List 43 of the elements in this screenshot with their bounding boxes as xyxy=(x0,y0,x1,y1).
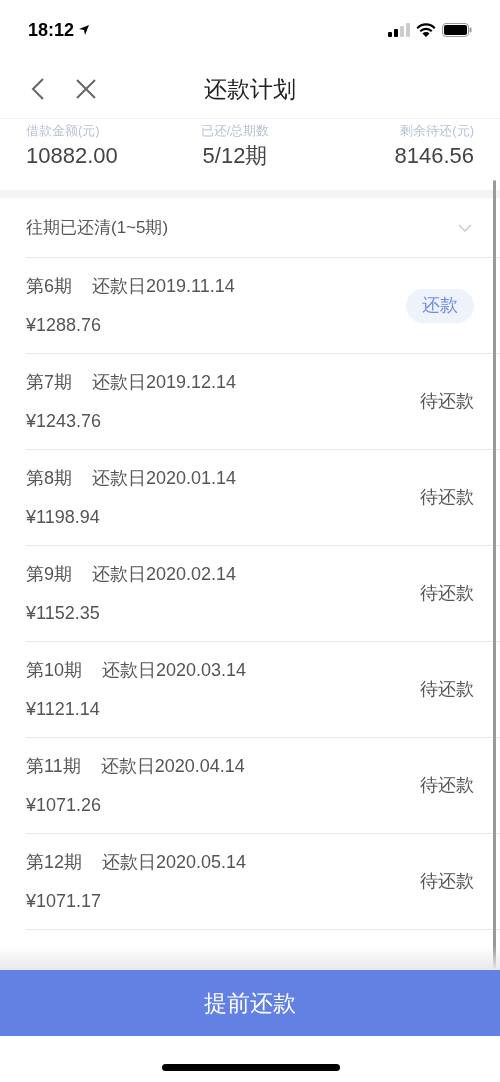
period-label: 第12期 xyxy=(26,850,83,874)
due-date: 还款日2020.04.14 xyxy=(100,754,245,778)
close-button[interactable] xyxy=(74,77,98,101)
status-text: 待还款 xyxy=(420,774,474,797)
amount: ¥1152.35 xyxy=(26,601,101,625)
summary-value: 5/12期 xyxy=(202,141,268,170)
due-date: 还款日2020.03.14 xyxy=(102,658,247,682)
status-text: 待还款 xyxy=(420,390,474,413)
period-label: 第6期 xyxy=(26,274,72,298)
battery-icon xyxy=(442,23,472,37)
amount: ¥1288.76 xyxy=(26,313,103,337)
chevron-icon xyxy=(458,223,472,232)
due-date: 还款日2019.12.14 xyxy=(92,370,237,394)
summary-label: 剩余待还(元) xyxy=(400,122,474,140)
amount: ¥1243.76 xyxy=(26,409,103,433)
repay-button[interactable]: 还款 xyxy=(406,288,474,323)
status-time: 18:12 xyxy=(28,18,75,42)
due-date: 还款日2020.02.14 xyxy=(92,562,237,586)
signal-icon xyxy=(388,23,410,37)
status-text: 待还款 xyxy=(420,582,474,605)
summary-value: 10882.00 xyxy=(26,141,118,170)
location-icon xyxy=(78,24,91,36)
period-label: 第9期 xyxy=(26,562,72,586)
due-date: 还款日2020.05.14 xyxy=(102,850,247,874)
summary-label: 已还/总期数 xyxy=(200,122,270,140)
status-text: 待还款 xyxy=(420,870,474,893)
prepay-button[interactable]: 提前还款 xyxy=(0,970,500,1036)
period-label: 第7期 xyxy=(26,370,72,394)
amount: ¥1121.14 xyxy=(26,697,101,721)
summary-value: 8146.56 xyxy=(394,141,474,170)
amount: ¥1071.26 xyxy=(26,793,103,817)
due-date: 还款日2020.01.14 xyxy=(92,466,237,490)
wifi-icon xyxy=(416,23,436,37)
period-label: 第8期 xyxy=(26,466,72,490)
amount: ¥1198.94 xyxy=(26,505,101,529)
summary-label: 借款金额(元) xyxy=(26,122,100,140)
amount: ¥1071.17 xyxy=(26,889,103,913)
page-title: 还款计划 xyxy=(204,74,296,104)
status-text: 待还款 xyxy=(420,678,474,701)
status-text: 待还款 xyxy=(420,486,474,509)
period-label: 第10期 xyxy=(26,658,83,682)
due-date: 还款日2019.11.14 xyxy=(92,274,235,298)
period-label: 第11期 xyxy=(26,754,81,778)
